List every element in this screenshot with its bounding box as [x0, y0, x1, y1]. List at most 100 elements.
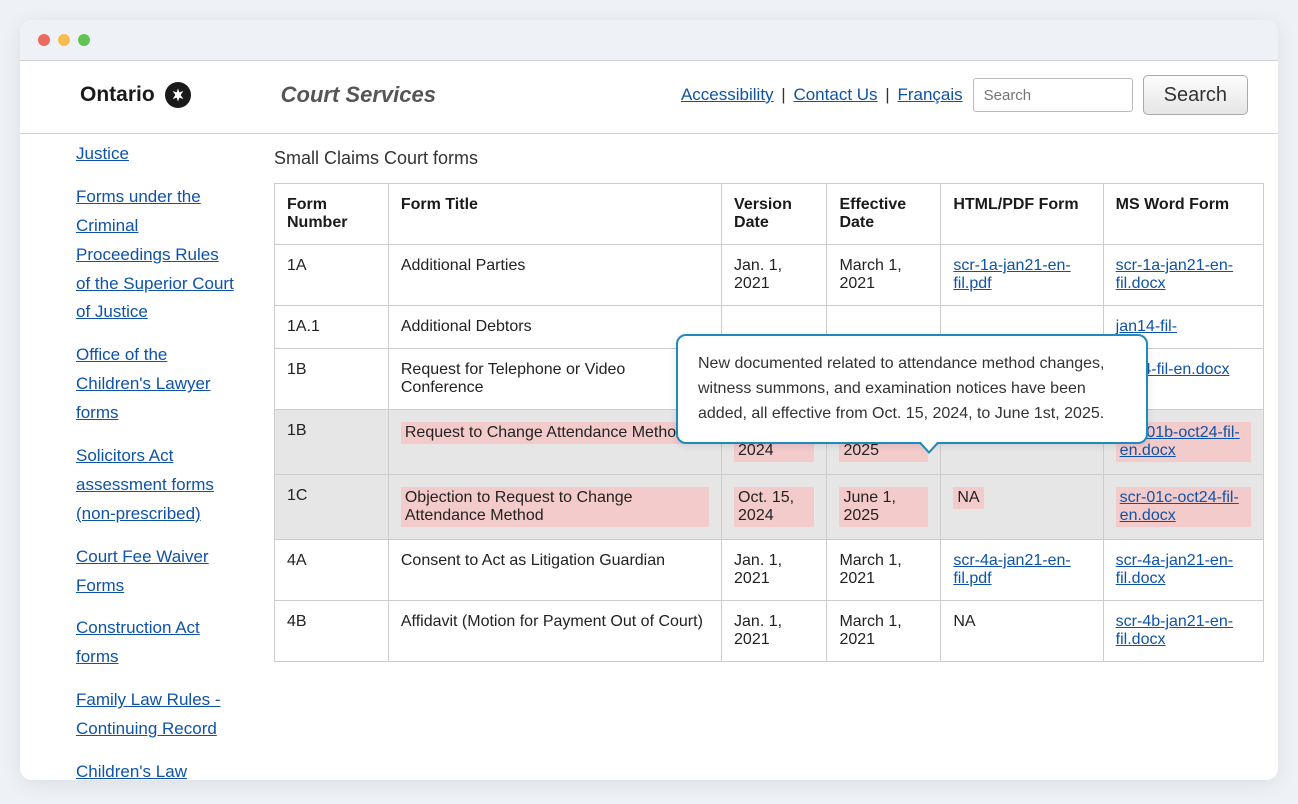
cell-docx-link[interactable]: jan14-fil-: [1116, 318, 1177, 335]
cell-version-date: Oct. 15, 2024: [722, 475, 827, 540]
cell-docx: scr-01c-oct24-fil-en.docx: [1103, 475, 1263, 540]
search-button[interactable]: Search: [1143, 75, 1248, 115]
sidebar-item-solicitors-act[interactable]: Solicitors Act assessment forms (non-pre…: [76, 442, 236, 529]
header-right: Accessibility | Contact Us | Français Se…: [681, 75, 1248, 115]
table-row: 4B Affidavit (Motion for Payment Out of C…: [275, 601, 1264, 662]
cell-pdf-link[interactable]: scr-1a-jan21-en-fil.pdf: [953, 257, 1070, 292]
cell-form-number: 1A.1: [275, 306, 389, 349]
cell-form-title-text: Affidavit (Motion for Payment Out of Cou…: [401, 613, 703, 630]
sidebar-item-criminal-proceedings[interactable]: Forms under the Criminal Proceedings Rul…: [76, 183, 236, 327]
cell-form-number: 1B: [275, 349, 389, 410]
app-title: Court Services: [281, 82, 436, 108]
cell-form-title-text: Request for Telephone or Video Conferenc…: [401, 361, 625, 396]
cell-version-date-text: Jan. 1, 2021: [734, 552, 782, 587]
th-version-date: Version Date: [722, 184, 827, 245]
cell-pdf-text: NA: [957, 489, 979, 506]
cell-version-date-text: Oct. 15, 2024: [738, 489, 794, 524]
cell-form-number-text: 1A: [287, 257, 307, 274]
sidebar-item-family-law[interactable]: Family Law Rules - Continuing Record: [76, 686, 236, 744]
cell-version-date-text: Jan. 1, 2021: [734, 257, 782, 292]
cell-effective-date-text: June 1, 2025: [843, 489, 895, 524]
content: Justice Forms under the Criminal Proceed…: [20, 134, 1278, 780]
cell-form-title-text: Objection to Request to Change Attendanc…: [405, 489, 633, 524]
cell-effective-date: March 1, 2021: [827, 601, 941, 662]
cell-docx: scr-1a-jan21-en-fil.docx: [1103, 245, 1263, 306]
sidebar-item-childrens-lawyer[interactable]: Office of the Children's Lawyer forms: [76, 341, 236, 428]
cell-form-number: 4B: [275, 601, 389, 662]
table-row: 1C Objection to Request to Change Attenda…: [275, 475, 1264, 540]
cell-effective-date: March 1, 2021: [827, 540, 941, 601]
cell-pdf-link[interactable]: scr-4a-jan21-en-fil.pdf: [953, 552, 1070, 587]
cell-form-title: Additional Debtors: [388, 306, 721, 349]
link-francais[interactable]: Français: [897, 85, 962, 104]
th-ms-word: MS Word Form: [1103, 184, 1263, 245]
cell-pdf: NA: [941, 601, 1103, 662]
main-content: Small Claims Court forms Form Number For…: [256, 134, 1278, 780]
cell-form-number: 4A: [275, 540, 389, 601]
browser-chrome: [20, 20, 1278, 60]
header-links: Accessibility | Contact Us | Français: [681, 85, 963, 105]
cell-form-number: 1B: [275, 410, 389, 475]
browser-frame: Ontario Court Services Accessibility | C…: [20, 20, 1278, 780]
info-tooltip: New documented related to attendance met…: [676, 334, 1148, 444]
table-header-row: Form Number Form Title Version Date Effe…: [275, 184, 1264, 245]
th-effective-date: Effective Date: [827, 184, 941, 245]
cell-docx-link[interactable]: scr-1a-jan21-en-fil.docx: [1116, 257, 1233, 292]
cell-version-date: Jan. 1, 2021: [722, 245, 827, 306]
cell-form-title: Consent to Act as Litigation Guardian: [388, 540, 721, 601]
cell-form-number-text: 1B: [287, 422, 307, 439]
table-row: 1A Additional Parties Jan. 1, 2021 March 1,…: [275, 245, 1264, 306]
minimize-icon[interactable]: [58, 34, 70, 46]
cell-effective-date-text: March 1, 2021: [839, 552, 901, 587]
cell-effective-date-text: March 1, 2021: [839, 257, 901, 292]
tooltip-text: New documented related to attendance met…: [698, 355, 1105, 422]
cell-form-number-text: 1B: [287, 361, 307, 378]
cell-docx-link[interactable]: scr-01c-oct24-fil-en.docx: [1120, 489, 1239, 524]
cell-form-title: Request to Change Attendance Method: [388, 410, 721, 475]
table-row: 4A Consent to Act as Litigation Guardian J…: [275, 540, 1264, 601]
sidebar-item-justice[interactable]: Justice: [76, 140, 236, 169]
cell-form-title: Affidavit (Motion for Payment Out of Cou…: [388, 601, 721, 662]
cell-form-title-text: Additional Parties: [401, 257, 526, 274]
site-header: Ontario Court Services Accessibility | C…: [20, 61, 1278, 134]
cell-form-number-text: 4A: [287, 552, 307, 569]
sidebar-item-childrens-law-reform[interactable]: Children's Law Reform Act forms: [76, 758, 236, 780]
section-title: Small Claims Court forms: [274, 148, 1264, 169]
cell-docx: scr-4a-jan21-en-fil.docx: [1103, 540, 1263, 601]
cell-form-title: Request for Telephone or Video Conferenc…: [388, 349, 721, 410]
link-contact[interactable]: Contact Us: [793, 85, 877, 104]
cell-form-number: 1A: [275, 245, 389, 306]
th-form-title: Form Title: [388, 184, 721, 245]
cell-form-number-text: 1C: [287, 487, 307, 504]
cell-effective-date: March 1, 2021: [827, 245, 941, 306]
trillium-icon: [165, 82, 191, 108]
cell-version-date: Jan. 1, 2021: [722, 601, 827, 662]
cell-form-title: Additional Parties: [388, 245, 721, 306]
cell-form-number: 1C: [275, 475, 389, 540]
cell-pdf: scr-4a-jan21-en-fil.pdf: [941, 540, 1103, 601]
cell-version-date: Jan. 1, 2021: [722, 540, 827, 601]
sidebar-item-construction[interactable]: Construction Act forms: [76, 614, 236, 672]
cell-version-date-text: Jan. 1, 2021: [734, 613, 782, 648]
cell-pdf: scr-1a-jan21-en-fil.pdf: [941, 245, 1103, 306]
cell-form-number-text: 1A.1: [287, 318, 320, 335]
cell-docx: scr-4b-jan21-en-fil.docx: [1103, 601, 1263, 662]
logo[interactable]: Ontario: [80, 82, 191, 108]
page-body: Ontario Court Services Accessibility | C…: [20, 60, 1278, 780]
search-input[interactable]: [973, 78, 1133, 112]
close-icon[interactable]: [38, 34, 50, 46]
cell-docx-link[interactable]: scr-4a-jan21-en-fil.docx: [1116, 552, 1233, 587]
cell-pdf: NA: [941, 475, 1103, 540]
cell-effective-date: June 1, 2025: [827, 475, 941, 540]
th-form-number: Form Number: [275, 184, 389, 245]
cell-form-title: Objection to Request to Change Attendanc…: [388, 475, 721, 540]
cell-pdf-text: NA: [953, 613, 975, 630]
maximize-icon[interactable]: [78, 34, 90, 46]
cell-docx-link[interactable]: scr-4b-jan21-en-fil.docx: [1116, 613, 1233, 648]
cell-form-title-text: Request to Change Attendance Method: [405, 424, 685, 441]
sidebar: Justice Forms under the Criminal Proceed…: [20, 134, 256, 780]
link-accessibility[interactable]: Accessibility: [681, 85, 774, 104]
sidebar-item-fee-waiver[interactable]: Court Fee Waiver Forms: [76, 543, 236, 601]
cell-form-number-text: 4B: [287, 613, 307, 630]
th-html-pdf: HTML/PDF Form: [941, 184, 1103, 245]
